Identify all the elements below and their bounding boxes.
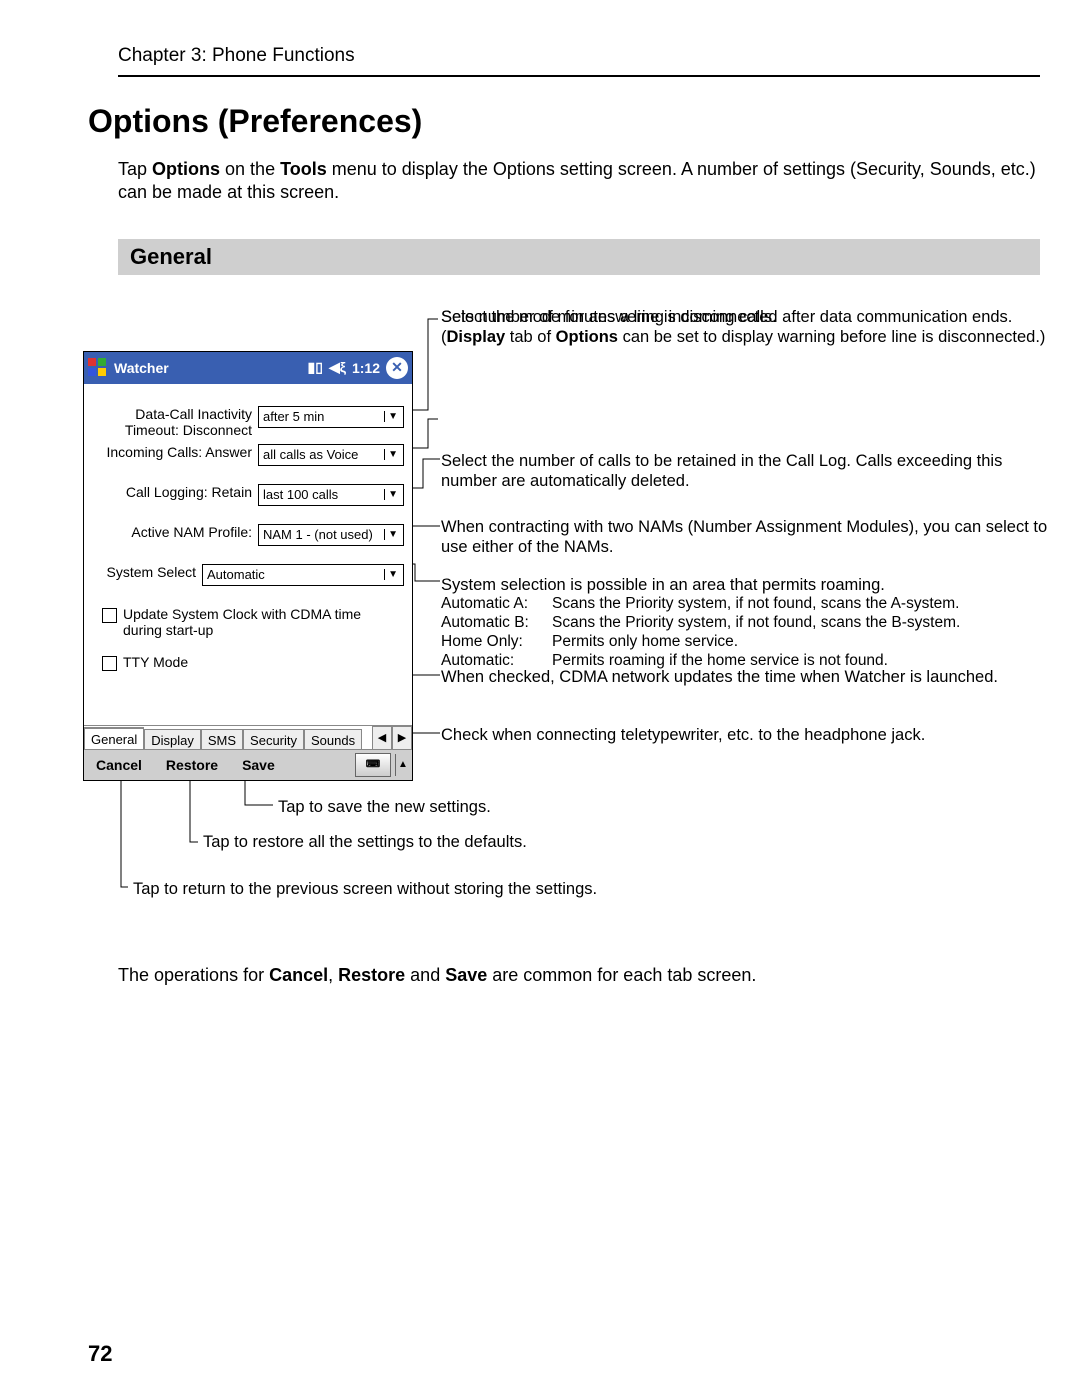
label-system: System Select — [84, 564, 202, 580]
chevron-down-icon: ▼ — [384, 529, 401, 540]
close-icon[interactable]: ✕ — [386, 357, 408, 379]
titlebar: Watcher ▮▯ ◀ξ 1:12 ✕ — [84, 352, 412, 384]
keyboard-icon[interactable]: ⌨ — [355, 753, 391, 777]
callout-nam: When contracting with two NAMs (Number A… — [441, 517, 1050, 557]
restore-button[interactable]: Restore — [154, 757, 230, 773]
t: System selection is possible in an area … — [441, 576, 885, 594]
t: , — [328, 965, 338, 985]
t: tab of — [505, 328, 555, 346]
t: Options — [556, 328, 618, 346]
dropdown-logging[interactable]: last 100 calls ▼ — [258, 484, 404, 506]
v: last 100 calls — [263, 487, 338, 502]
tab-strip: General Display SMS Security Sounds ◀ ▶ — [84, 725, 412, 750]
t: Automatic A: — [441, 595, 546, 614]
callout-save: Tap to save the new settings. — [278, 797, 491, 817]
signal-icon: ▮▯ — [308, 359, 323, 376]
t: Options — [152, 159, 220, 179]
cancel-button[interactable]: Cancel — [84, 757, 154, 773]
tab-display[interactable]: Display — [144, 729, 201, 751]
tab-scroll-right-icon[interactable]: ▶ — [392, 726, 412, 750]
t: Permits only home service. — [552, 633, 1050, 652]
t: Save — [445, 965, 487, 985]
chevron-down-icon: ▼ — [384, 411, 401, 422]
v: after 5 min — [263, 409, 324, 424]
tab-general[interactable]: General — [84, 727, 144, 750]
v: all calls as Voice — [263, 447, 358, 462]
tab-sounds[interactable]: Sounds — [304, 729, 362, 751]
footer-note: The operations for Cancel, Restore and S… — [118, 965, 1040, 986]
dropdown-inactivity[interactable]: after 5 min ▼ — [258, 406, 404, 428]
t: Display — [447, 328, 506, 346]
save-button[interactable]: Save — [230, 757, 287, 773]
callout-restore: Tap to restore all the settings to the d… — [203, 832, 527, 852]
chapter-header: Chapter 3: Phone Functions — [118, 45, 1040, 77]
v: NAM 1 - (not used) — [263, 527, 373, 542]
label-inactivity: Data-Call Inactivity Timeout: Disconnect — [84, 406, 258, 438]
checkbox-tty[interactable]: TTY Mode — [102, 654, 188, 671]
section-heading-general: General — [118, 239, 1040, 275]
chevron-down-icon: ▼ — [384, 449, 401, 460]
label-incoming: Incoming Calls: Answer — [84, 444, 258, 460]
watcher-window: Watcher ▮▯ ◀ξ 1:12 ✕ Data-Call Inactivit… — [83, 351, 413, 781]
t: Tap — [118, 159, 152, 179]
dropdown-system[interactable]: Automatic ▼ — [202, 564, 404, 586]
t: Home Only: — [441, 633, 546, 652]
t: Restore — [338, 965, 405, 985]
checkbox-update-clock[interactable]: Update System Clock with CDMA time durin… — [102, 606, 402, 638]
t: Scans the Priority system, if not found,… — [552, 614, 1050, 633]
checkbox-label: TTY Mode — [123, 654, 188, 670]
up-arrow-icon[interactable]: ▲ — [395, 754, 410, 776]
v: Automatic — [207, 567, 265, 582]
t: Automatic B: — [441, 614, 546, 633]
t: Cancel — [269, 965, 328, 985]
dropdown-incoming[interactable]: all calls as Voice ▼ — [258, 444, 404, 466]
clock-text: 1:12 — [352, 360, 380, 376]
t: The operations for — [118, 965, 269, 985]
chevron-down-icon: ▼ — [384, 569, 401, 580]
t: on the — [220, 159, 280, 179]
page-title: Options (Preferences) — [88, 103, 1040, 140]
t: are common for each tab screen. — [487, 965, 756, 985]
speaker-icon: ◀ξ — [329, 359, 346, 376]
window-title: Watcher — [114, 360, 302, 376]
tab-sms[interactable]: SMS — [201, 729, 243, 751]
callout-incoming: Select the mode for answering incoming c… — [441, 307, 1050, 327]
dropdown-nam[interactable]: NAM 1 - (not used) ▼ — [258, 524, 404, 546]
page-number: 72 — [88, 1341, 112, 1367]
t: and — [405, 965, 445, 985]
windows-flag-icon — [88, 358, 108, 378]
callout-cancel: Tap to return to the previous screen wit… — [133, 879, 597, 899]
t: Scans the Priority system, if not found,… — [552, 595, 1050, 614]
tab-scroll-left-icon[interactable]: ◀ — [372, 726, 392, 750]
tab-security[interactable]: Security — [243, 729, 304, 751]
callout-clock: When checked, CDMA network updates the t… — [441, 667, 1050, 687]
callout-tty: Check when connecting teletypewriter, et… — [441, 725, 1050, 745]
chevron-down-icon: ▼ — [384, 489, 401, 500]
diagram: Watcher ▮▯ ◀ξ 1:12 ✕ Data-Call Inactivit… — [83, 307, 1040, 947]
callout-system: System selection is possible in an area … — [441, 575, 1050, 671]
t: can be set to display warning before lin… — [618, 328, 1045, 346]
label-nam: Active NAM Profile: — [84, 524, 258, 540]
checkbox-label: Update System Clock with CDMA time durin… — [123, 606, 402, 638]
bottom-bar: Cancel Restore Save ⌨ ▲ — [84, 749, 412, 780]
t: Tools — [280, 159, 327, 179]
checkbox-icon — [102, 608, 117, 623]
callout-logging: Select the number of calls to be retaine… — [441, 451, 1050, 491]
checkbox-icon — [102, 656, 117, 671]
label-logging: Call Logging: Retain — [84, 484, 258, 500]
intro-paragraph: Tap Options on the Tools menu to display… — [118, 158, 1040, 205]
